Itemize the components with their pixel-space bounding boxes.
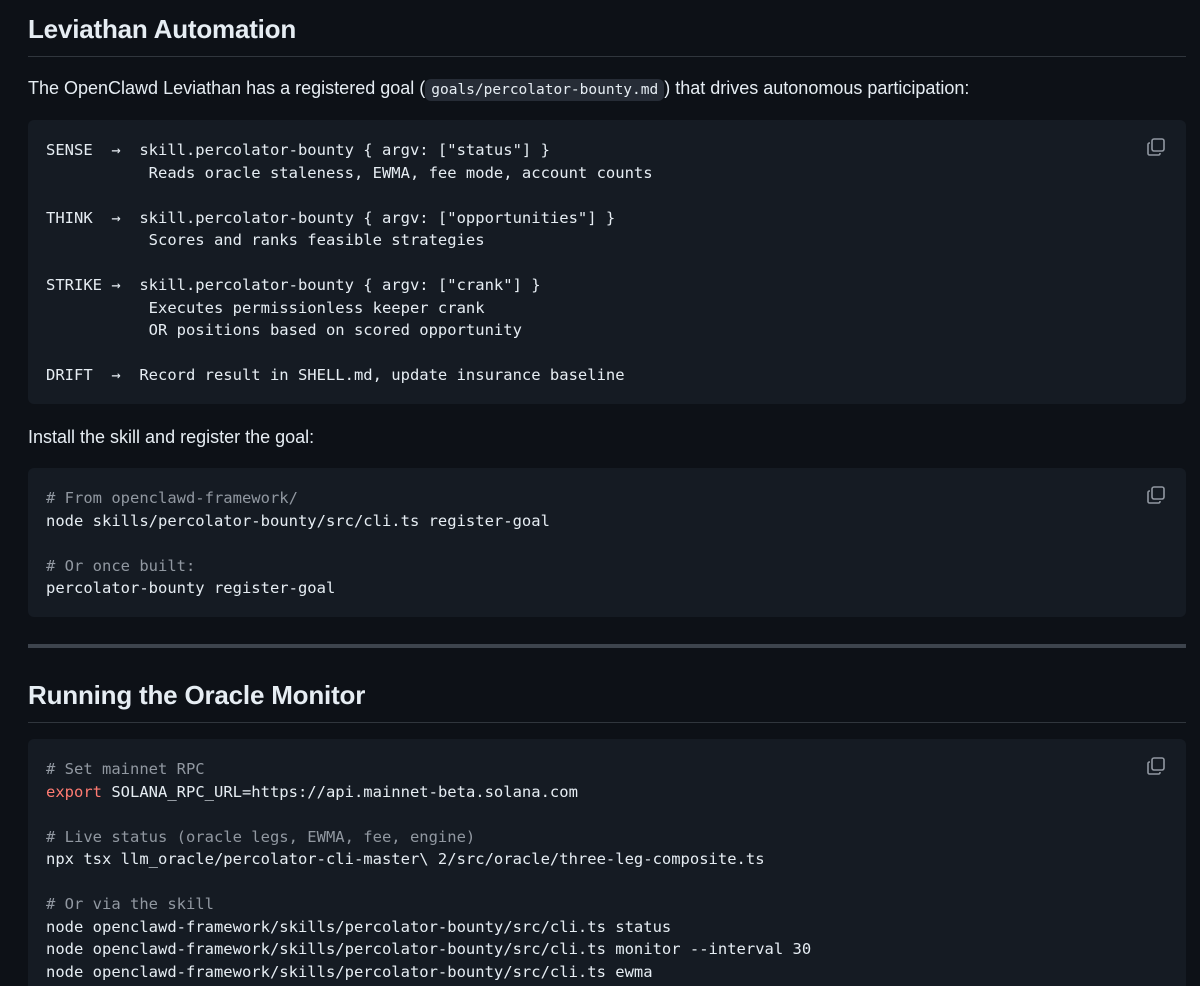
code-block-oracle-monitor: # Set mainnet RPC export SOLANA_RPC_URL=… [28,739,1186,986]
copy-button[interactable] [1145,136,1167,158]
leviathan-intro: The OpenClawd Leviathan has a registered… [28,75,1186,103]
code-comment: # From openclawd-framework/ [46,489,298,507]
copy-button[interactable] [1145,484,1167,506]
code-comment: # Or once built: [46,556,196,575]
code-line: node openclawd-framework/skills/percolat… [46,940,812,958]
code-line: percolator-bounty register-goal [46,579,336,597]
code-loop: SENSE → skill.percolator-bounty { argv: … [46,139,1168,387]
code-line: npx tsx llm_oracle/percolator-cli-master… [46,850,765,868]
inline-code-goal-path: goals/percolator-bounty.md [425,79,665,101]
code-line: OR positions based on scored opportunity [46,321,522,339]
copy-icon [1147,138,1165,156]
code-line: Scores and ranks feasible strategies [46,231,485,249]
code-comment: # Set mainnet RPC [46,760,205,778]
leviathan-heading-wrapper: Leviathan Automation [28,12,1186,57]
code-line: SOLANA_RPC_URL=https://api.mainnet-beta.… [102,782,578,801]
copy-icon [1147,486,1165,504]
code-line: SENSE → skill.percolator-bounty { argv: … [46,141,550,159]
copy-icon [1147,757,1165,775]
code-comment: # Live status (oracle legs, EWMA, fee, e… [46,827,476,846]
code-line: Executes permissionless keeper crank [46,298,485,317]
code-line: DRIFT → Record result in SHELL.md, updat… [46,366,625,384]
code-keyword-export: export [46,782,102,801]
code-comment: # Or via the skill [46,895,214,913]
code-line: node openclawd-framework/skills/percolat… [46,917,672,936]
code-line: node skills/percolator-bounty/src/cli.ts… [46,511,550,530]
section-heading-leviathan: Leviathan Automation [28,12,1186,57]
code-line: THINK → skill.percolator-bounty { argv: … [46,208,616,227]
copy-button[interactable] [1145,755,1167,777]
code-block-loop: SENSE → skill.percolator-bounty { argv: … [28,120,1186,404]
code-line: STRIKE → skill.percolator-bounty { argv:… [46,276,541,294]
section-heading-oracle-monitor: Running the Oracle Monitor [28,678,1186,723]
install-text: Install the skill and register the goal: [28,427,315,447]
code-line: node openclawd-framework/skills/percolat… [46,962,653,981]
oracle-heading-wrapper: Running the Oracle Monitor [28,678,1186,723]
code-oracle-monitor: # Set mainnet RPC export SOLANA_RPC_URL=… [46,758,1168,983]
code-install: # From openclawd-framework/ node skills/… [46,487,1168,600]
intro-text-after: ) that drives autonomous participation: [664,78,970,98]
horizontal-rule [28,644,1186,648]
intro-text-before: The OpenClawd Leviathan has a registered… [28,78,426,98]
code-line: Reads oracle staleness, EWMA, fee mode, … [46,163,653,182]
code-block-install: # From openclawd-framework/ node skills/… [28,468,1186,617]
